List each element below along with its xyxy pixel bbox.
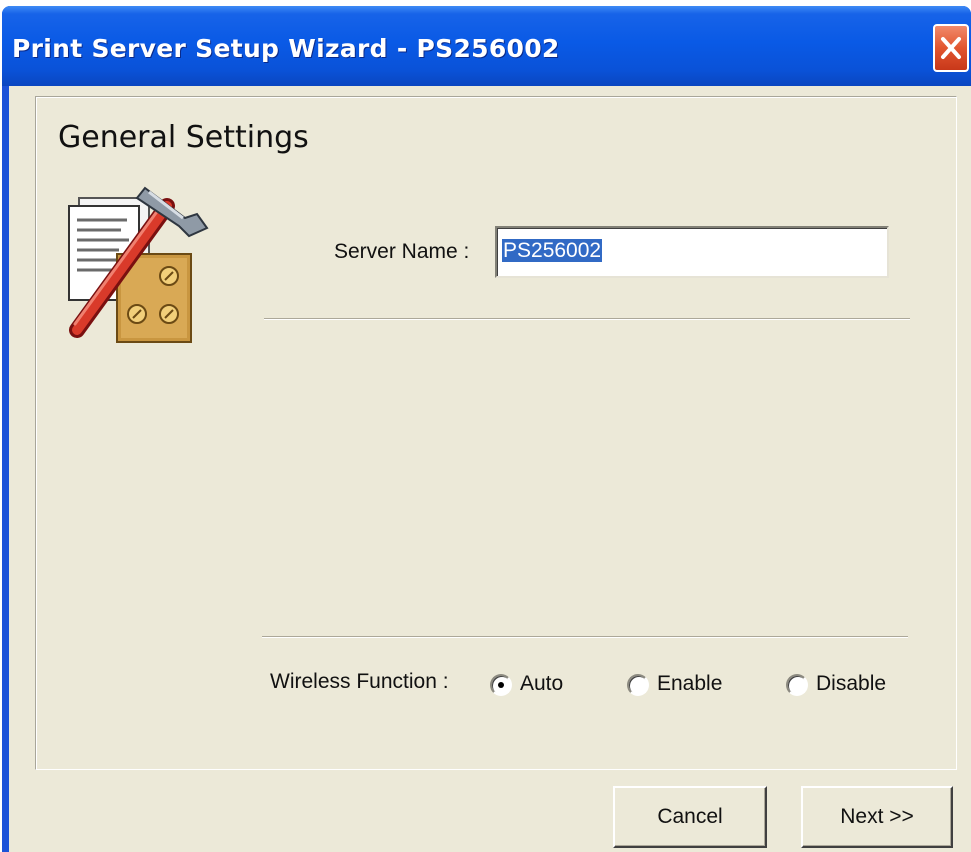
wireless-auto-label: Auto — [520, 672, 564, 695]
close-icon — [941, 37, 961, 59]
server-name-value: PS256002 — [502, 239, 603, 262]
wireless-disable-label: Disable — [816, 672, 887, 695]
radio-circle — [490, 674, 512, 696]
dialog-body: General Settings Server Name: PS256002 … — [9, 86, 971, 852]
radio-selected-dot — [498, 682, 504, 688]
separator-top — [264, 318, 910, 320]
next-button[interactable]: Next >> — [801, 786, 953, 848]
wireless-enable-label: Enable — [657, 672, 723, 695]
settings-hammer-icon — [68, 186, 209, 343]
server-name-input[interactable]: PS256002 — [495, 226, 889, 278]
close-button[interactable] — [933, 24, 969, 72]
radio-circle — [786, 674, 808, 696]
cancel-button[interactable]: Cancel — [613, 786, 767, 848]
title-bar[interactable]: Print Server Setup Wizard - PS256002 — [2, 6, 971, 86]
radio-circle — [627, 674, 649, 696]
separator-bottom — [262, 636, 908, 638]
wireless-function-label: Wireless Function : — [270, 670, 449, 693]
server-name-label: Server Name : — [334, 240, 470, 263]
wizard-window: Print Server Setup Wizard - PS256002 Gen… — [2, 6, 971, 852]
page-title: General Settings — [58, 120, 309, 155]
window-title: Print Server Setup Wizard - PS256002 — [12, 34, 560, 63]
